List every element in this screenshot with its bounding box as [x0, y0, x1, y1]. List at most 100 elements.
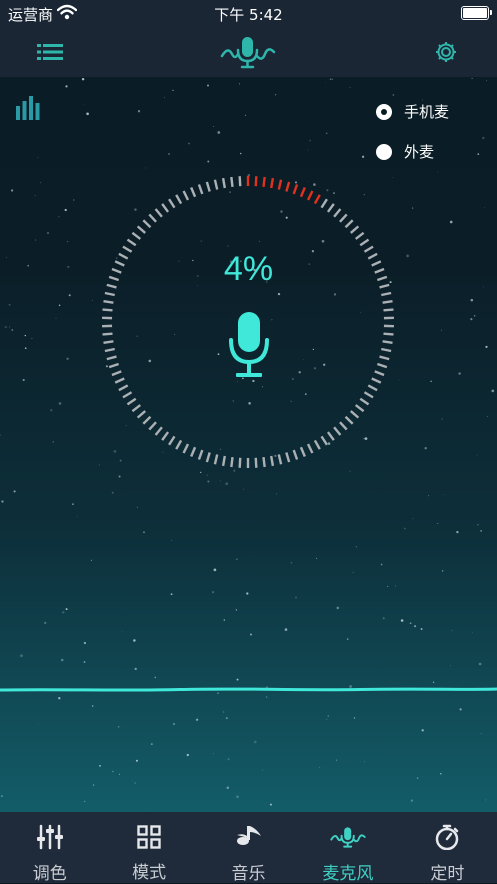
meter-tick: [322, 199, 327, 207]
tab-color[interactable]: 调色: [0, 812, 99, 883]
meter-tick: [176, 440, 181, 449]
meter-tick: [176, 195, 181, 204]
meter-tick: [256, 458, 257, 468]
level-percentage: 4%: [0, 250, 497, 289]
meter-tick: [328, 204, 334, 212]
meter-tick: [143, 417, 150, 424]
meter-tick: [103, 301, 113, 302]
menu-button[interactable]: [32, 34, 68, 70]
timer-icon: [434, 824, 460, 850]
meter-tick: [132, 405, 140, 411]
meter-tick: [119, 385, 128, 390]
status-bar: 运营商 下午 5:42: [0, 0, 497, 26]
meter-tick: [199, 184, 202, 193]
tab-label: 定时: [430, 859, 464, 884]
meter-tick: [231, 177, 232, 187]
meter-tick: [380, 357, 390, 360]
meter-tick: [127, 399, 135, 405]
meter-tick: [199, 450, 202, 459]
meter-tick-active: [301, 188, 305, 197]
meter-tick: [360, 399, 368, 405]
meter-tick: [156, 209, 162, 217]
meter-tick: [223, 456, 225, 466]
settings-button[interactable]: [428, 34, 464, 70]
meter-tick-active: [294, 184, 297, 193]
meter-tick: [231, 457, 232, 467]
meter-tick: [383, 341, 393, 342]
meter-tick: [294, 450, 297, 459]
meter-tick: [169, 436, 174, 444]
meter-tick: [103, 341, 113, 342]
meter-tick: [351, 226, 359, 233]
meter-tick: [346, 220, 353, 227]
radio-label: 外麦: [404, 141, 434, 162]
meter-tick: [191, 447, 195, 456]
meter-tick: [138, 411, 146, 418]
meter-tick-active: [286, 182, 289, 192]
meter-tick: [149, 422, 156, 429]
tab-label: 音乐: [232, 859, 266, 884]
meter-tick: [301, 447, 305, 456]
tab-music[interactable]: 音乐: [199, 812, 298, 883]
meter-tick: [271, 456, 273, 466]
audio-waveform-line: [0, 680, 497, 700]
meter-tick: [384, 334, 394, 335]
meter-tick: [105, 349, 115, 351]
meter-tick: [364, 392, 373, 397]
meter-tick: [105, 293, 115, 295]
meter-tick: [279, 454, 281, 464]
spectrum-button[interactable]: [16, 96, 40, 124]
microphone-toggle[interactable]: [229, 312, 269, 382]
meter-tick: [240, 458, 241, 468]
microphone-icon: [229, 312, 269, 378]
meter-tick: [207, 452, 210, 462]
meter-tick: [334, 427, 340, 435]
meter-tick: [315, 440, 320, 449]
battery-icon: [461, 6, 489, 20]
meter-tick: [103, 310, 113, 311]
meter-tick: [381, 293, 391, 295]
grid-icon: [137, 825, 161, 849]
microphone-mode-indicator: [218, 34, 278, 70]
tab-timer[interactable]: 定时: [398, 812, 497, 883]
meter-tick: [375, 371, 384, 375]
top-nav-bar: [0, 26, 497, 77]
meter-tick: [377, 364, 387, 367]
radio-label: 手机麦: [404, 101, 449, 122]
meter-tick: [334, 209, 340, 217]
meter-tick: [138, 226, 146, 233]
meter-tick: [207, 182, 210, 192]
meter-tick: [328, 432, 334, 440]
tab-mode[interactable]: 模式: [99, 812, 198, 883]
list-icon: [37, 42, 63, 62]
meter-tick: [340, 422, 347, 429]
radio-selected-icon: [376, 104, 392, 120]
meter-tick: [103, 334, 113, 335]
meter-tick: [112, 371, 121, 375]
meter-tick: [162, 432, 168, 440]
tab-label: 模式: [132, 858, 166, 883]
meter-tick: [340, 214, 347, 221]
meter-tick: [184, 191, 188, 200]
meter-tick: [240, 176, 241, 186]
tab-microphone[interactable]: 麦克风: [298, 812, 397, 883]
meter-tick: [123, 392, 132, 397]
meter-tick: [132, 233, 140, 239]
status-time: 下午 5:42: [0, 4, 497, 25]
radio-phone-mic[interactable]: 手机麦: [376, 101, 449, 122]
meter-tick-active: [315, 195, 320, 204]
sliders-icon: [37, 824, 63, 850]
meter-tick: [356, 405, 364, 411]
meter-tick: [264, 457, 265, 467]
meter-tick-active: [308, 191, 312, 200]
meter-tick: [383, 301, 393, 302]
meter-tick-active: [271, 178, 273, 188]
radio-external-mic[interactable]: 外麦: [376, 141, 434, 162]
meter-tick: [143, 220, 150, 227]
microphone-wave-icon: [330, 824, 366, 850]
meter-tick: [384, 310, 394, 311]
tab-label: 调色: [33, 859, 67, 884]
meter-tick: [308, 444, 312, 453]
meter-tick: [156, 427, 162, 435]
meter-tick: [346, 417, 353, 424]
